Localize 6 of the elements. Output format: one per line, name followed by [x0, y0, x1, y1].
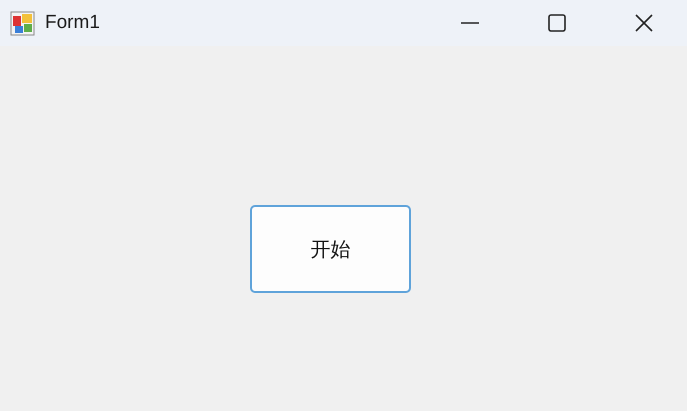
minimize-icon [460, 22, 480, 24]
start-button[interactable]: 开始 [250, 205, 411, 293]
maximize-icon [546, 13, 566, 33]
window-title: Form1 [45, 12, 100, 34]
close-icon [634, 13, 654, 33]
app-icon [10, 10, 35, 36]
